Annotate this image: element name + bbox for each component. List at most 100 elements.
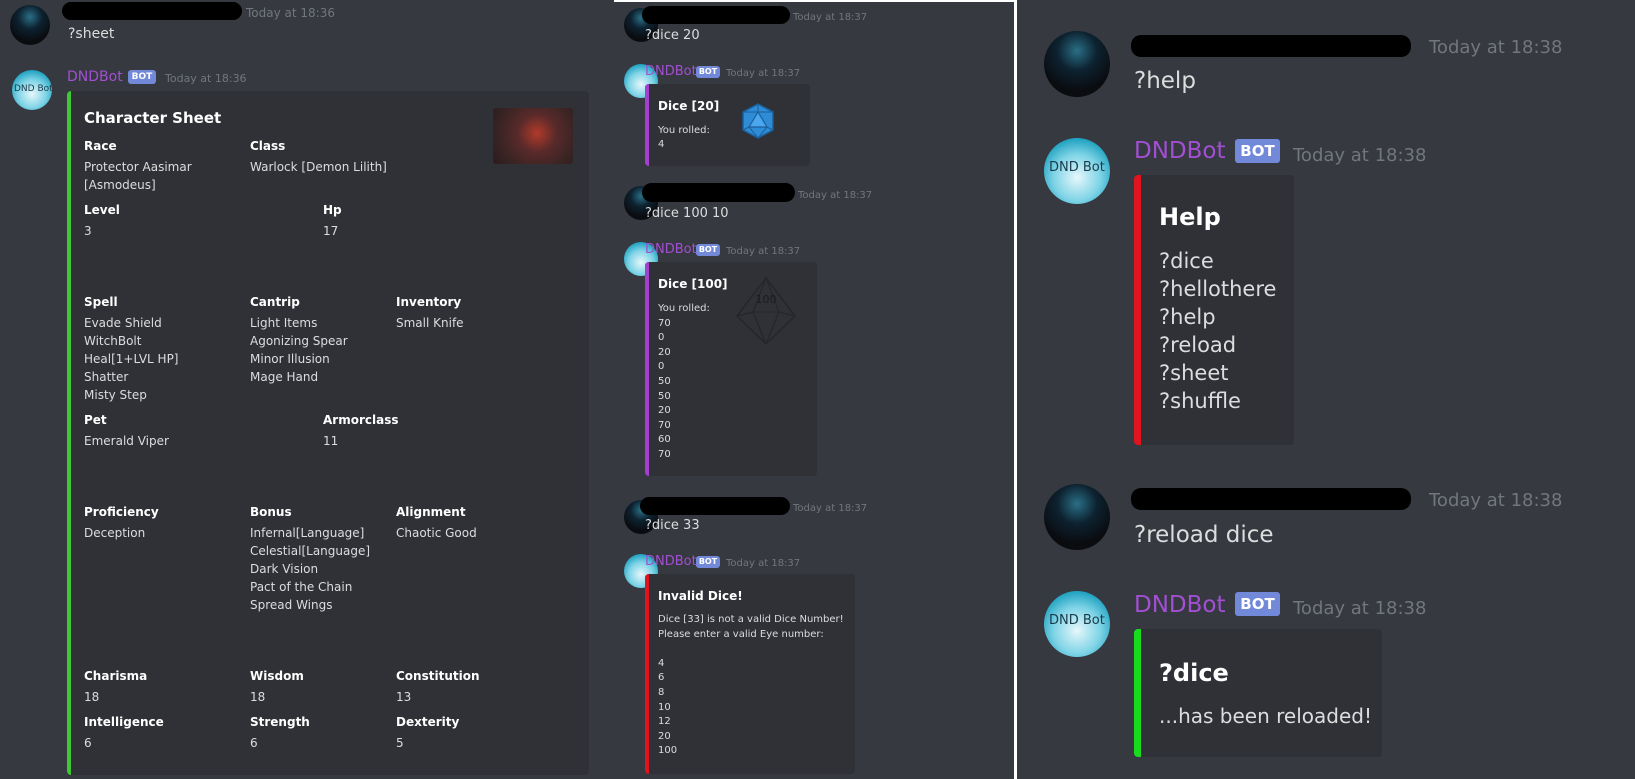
bot-name[interactable]: DNDBot (645, 64, 697, 79)
message-timestamp: Today at 18:37 (798, 190, 873, 201)
embed-title: Help (1159, 203, 1221, 231)
field-value-race: Protector Aasimar [Asmodeus] (84, 160, 192, 192)
field-value-cantrip: Light Items Agonizing Spear Minor Illusi… (250, 316, 348, 384)
field-name-bonus: Bonus (250, 505, 292, 519)
message-text: ?dice 20 (645, 28, 700, 43)
field-name-intelligence: Intelligence (84, 715, 164, 729)
bot-tag: BOT (1235, 139, 1280, 163)
field-value-armorclass: 11 (323, 434, 339, 448)
panel-divider (614, 0, 1014, 2)
message-timestamp: Today at 18:38 (1293, 145, 1427, 166)
field-name-pet: Pet (84, 413, 107, 427)
embed-title: ?dice (1159, 659, 1229, 687)
dice-embed: Dice [100] You rolled: 70 0 20 0 50 50 2… (645, 262, 817, 476)
field-name-race: Race (84, 139, 117, 153)
embed-accent-bar (67, 91, 71, 775)
d100-die-label: 100 (756, 293, 777, 306)
field-name-dexterity: Dexterity (396, 715, 460, 729)
message-timestamp: Today at 18:37 (726, 558, 801, 569)
invalid-dice-embed: Invalid Dice! Dice [33] is not a valid D… (645, 574, 855, 774)
field-name-alignment: Alignment (396, 505, 466, 519)
message-timestamp: Today at 18:36 (246, 6, 335, 20)
embed-accent-bar (1134, 175, 1141, 445)
character-sheet-embed: Character Sheet Race Protector Aasimar [… (67, 91, 589, 775)
bot-tag: BOT (696, 556, 720, 568)
embed-accent-bar (645, 262, 649, 476)
bot-name[interactable]: DNDBot (1134, 592, 1226, 618)
d100-die-icon: 100 (735, 276, 797, 346)
bot-name[interactable]: DNDBot (1134, 138, 1226, 164)
field-value-strength: 6 (250, 736, 258, 750)
d20-die-icon (742, 103, 774, 139)
redacted-username (640, 497, 790, 515)
field-value-level: 3 (84, 224, 92, 238)
user-avatar[interactable] (10, 5, 50, 45)
field-value-alignment: Chaotic Good (396, 526, 477, 540)
field-name-spell: Spell (84, 295, 118, 309)
field-value-class: Warlock [Demon Lilith] (250, 160, 387, 174)
field-value-hp: 17 (323, 224, 339, 238)
message-timestamp: Today at 18:37 (726, 68, 801, 79)
redacted-username (642, 6, 790, 24)
message-timestamp: Today at 18:38 (1429, 37, 1563, 58)
field-name-cantrip: Cantrip (250, 295, 300, 309)
field-value-dexterity: 5 (396, 736, 404, 750)
bot-tag: BOT (696, 66, 720, 78)
user-avatar[interactable] (1044, 484, 1110, 550)
message-timestamp: Today at 18:36 (165, 72, 247, 85)
embed-accent-bar (645, 84, 649, 166)
user-avatar[interactable] (1044, 31, 1110, 97)
embed-body: ...has been reloaded! (1159, 704, 1372, 728)
field-value-intelligence: 6 (84, 736, 92, 750)
field-name-armorclass: Armorclass (323, 413, 399, 427)
bot-avatar-text: DND Bot (1049, 160, 1105, 175)
field-value-bonus: Infernal[Language] Celestial[Language] D… (250, 526, 371, 612)
bot-avatar-text: DND Bot (14, 84, 53, 94)
field-value-inventory: Small Knife (396, 316, 464, 330)
embed-accent-bar (645, 574, 649, 774)
bot-avatar-text: DND Bot (1049, 613, 1105, 628)
message-text: ?reload dice (1134, 522, 1274, 548)
redacted-username (642, 183, 795, 202)
embed-title: Invalid Dice! (658, 589, 743, 603)
embed-body: You rolled: 4 (658, 125, 710, 150)
message-timestamp: Today at 18:38 (1429, 490, 1563, 511)
embed-accent-bar (1134, 629, 1141, 757)
field-value-spell: Evade Shield WitchBolt Heal[1+LVL HP] Sh… (84, 316, 179, 402)
message-timestamp: Today at 18:37 (726, 246, 801, 257)
field-value-constitution: 13 (396, 690, 412, 704)
field-name-constitution: Constitution (396, 669, 480, 683)
field-name-charisma: Charisma (84, 669, 148, 683)
embed-title: Dice [20] (658, 99, 720, 113)
embed-body: Dice [33] is not a valid Dice Number! Pl… (658, 614, 844, 757)
reload-embed: ?dice ...has been reloaded! (1134, 629, 1382, 757)
bot-tag: BOT (128, 70, 156, 84)
embed-body: You rolled: 70 0 20 0 50 50 20 70 60 70 (658, 303, 710, 460)
field-name-proficiency: Proficiency (84, 505, 159, 519)
field-name-level: Level (84, 203, 120, 217)
message-text: ?sheet (68, 26, 115, 42)
chat-panel-dice: Today at 18:37 ?dice 20 DNDBot BOT Today… (614, 0, 1014, 779)
bot-name[interactable]: DNDBot (67, 69, 123, 85)
field-value-charisma: 18 (84, 690, 100, 704)
dice-embed: Dice [20] You rolled: 4 (645, 84, 810, 166)
embed-thumbnail[interactable] (493, 108, 573, 164)
field-name-hp: Hp (323, 203, 342, 217)
embed-title: Character Sheet (84, 109, 222, 127)
redacted-username (1131, 35, 1411, 57)
field-name-inventory: Inventory (396, 295, 462, 309)
message-text: ?dice 33 (645, 518, 700, 533)
bot-name[interactable]: DNDBot (645, 554, 697, 569)
bot-tag: BOT (696, 244, 720, 256)
embed-title: Dice [100] (658, 277, 728, 291)
message-text: ?help (1134, 68, 1196, 94)
bot-name[interactable]: DNDBot (645, 242, 697, 257)
chat-panel-help: Today at 18:38 ?help DND Bot DNDBot BOT … (1017, 0, 1635, 779)
help-command-list: ?dice ?hellothere ?help ?reload ?sheet ?… (1159, 249, 1277, 413)
field-value-pet: Emerald Viper (84, 434, 169, 448)
message-timestamp: Today at 18:37 (793, 12, 868, 23)
bot-tag: BOT (1235, 592, 1280, 616)
field-name-wisdom: Wisdom (250, 669, 304, 683)
field-value-wisdom: 18 (250, 690, 266, 704)
redacted-username (1131, 488, 1411, 510)
